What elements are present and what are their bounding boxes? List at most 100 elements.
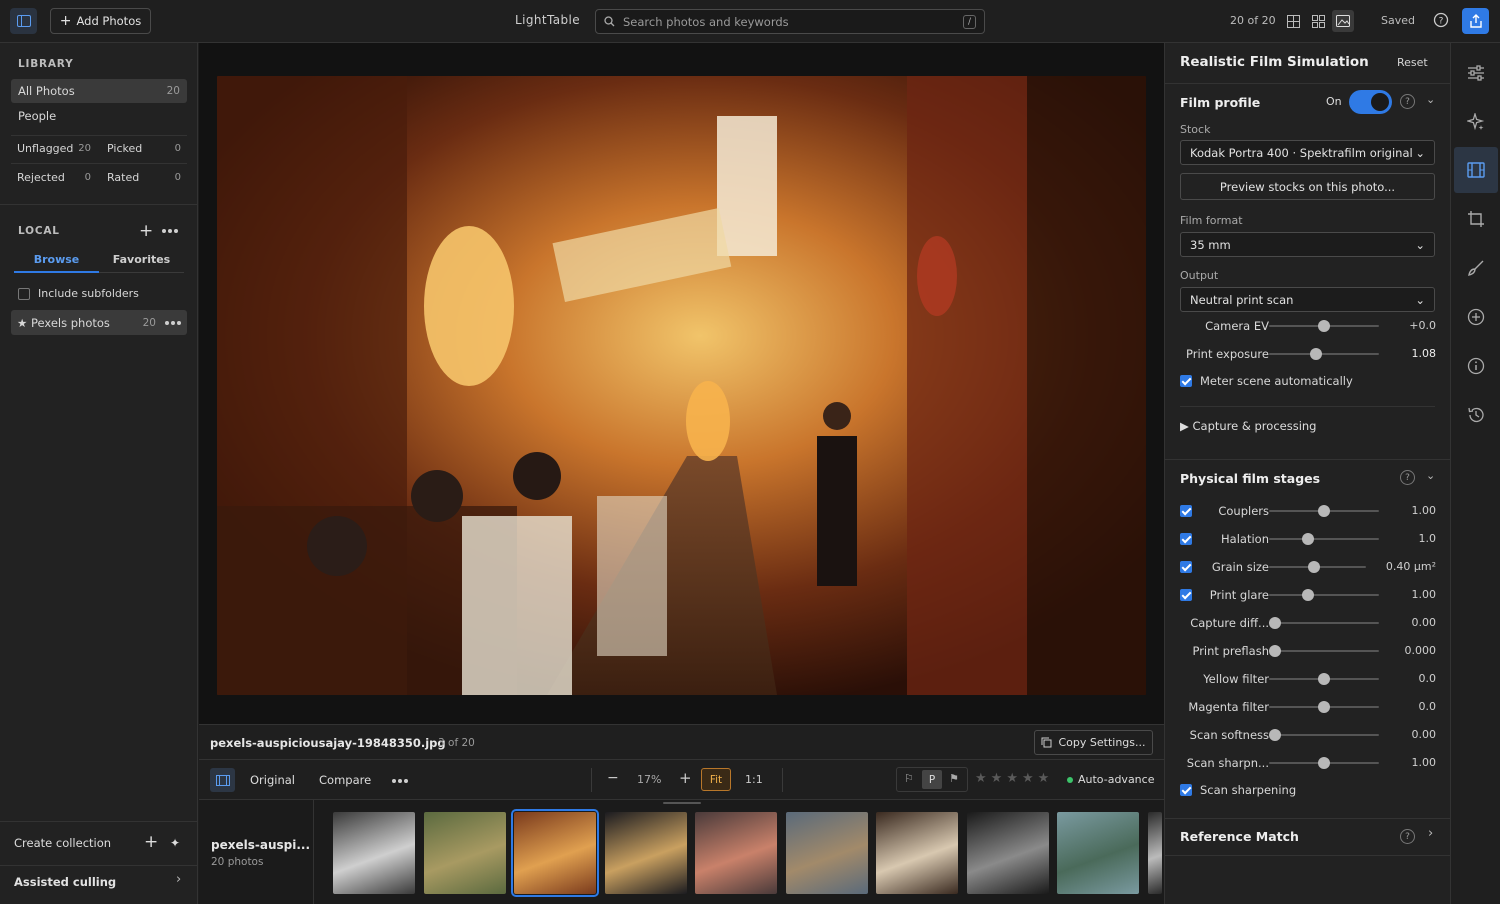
chevron-down-icon[interactable]: ⌄ xyxy=(1426,93,1435,106)
slider-print-glare[interactable]: Print glare 1.00 xyxy=(1180,585,1436,605)
reference-match-heading[interactable]: Reference Match xyxy=(1180,829,1299,844)
tab-favorites[interactable]: Favorites xyxy=(99,253,184,273)
meter-scene-toggle[interactable]: Meter scene automatically xyxy=(1180,374,1353,388)
slider-print-exposure[interactable]: Print exposure 1.08 xyxy=(1180,344,1436,364)
view-loupe-button[interactable] xyxy=(1332,10,1354,32)
slider-track[interactable] xyxy=(1268,729,1379,741)
chevron-right-icon[interactable]: › xyxy=(1428,826,1433,841)
stage-enable-checkbox[interactable] xyxy=(1180,561,1192,573)
assisted-culling-label[interactable]: Assisted culling xyxy=(14,875,116,889)
slider-knob[interactable] xyxy=(1318,701,1330,713)
slider-track[interactable] xyxy=(1269,561,1366,573)
folder-more-button[interactable] xyxy=(165,320,181,325)
slider-knob[interactable] xyxy=(1318,320,1330,332)
film-tool-button[interactable] xyxy=(1454,147,1498,193)
slider-knob[interactable] xyxy=(1318,757,1330,769)
slider-track[interactable] xyxy=(1268,617,1379,629)
fit-button[interactable]: Fit xyxy=(701,768,731,791)
preview-stocks-button[interactable]: Preview stocks on this photo... xyxy=(1180,173,1435,200)
add-folder-button[interactable]: + xyxy=(139,221,153,241)
meter-scene-checkbox[interactable] xyxy=(1180,375,1192,387)
filmstrip-thumbnail[interactable] xyxy=(695,812,777,894)
create-collection-button[interactable]: + xyxy=(144,832,158,852)
search-box[interactable]: / xyxy=(595,9,985,34)
slider-magenta-filter[interactable]: Magenta filter 0.0 xyxy=(1180,697,1436,717)
slider-track[interactable] xyxy=(1269,348,1379,360)
filmstrip-thumbnail[interactable] xyxy=(966,812,1049,894)
filmstrip-thumbnail[interactable] xyxy=(604,812,687,894)
slider-knob[interactable] xyxy=(1268,617,1281,629)
brush-tool-button[interactable] xyxy=(1454,245,1498,291)
slider-knob[interactable] xyxy=(1318,673,1330,685)
star-icon[interactable]: ★ xyxy=(1038,771,1050,786)
filter-rejected[interactable]: Rejected 0 xyxy=(11,165,97,189)
stage-enable-checkbox[interactable] xyxy=(1180,533,1192,545)
help-icon[interactable]: ? xyxy=(1400,829,1415,844)
slider-knob[interactable] xyxy=(1301,589,1314,601)
slider-knob[interactable] xyxy=(1301,533,1314,545)
slider-camera-ev[interactable]: Camera EV +0.0 xyxy=(1180,316,1436,336)
original-button[interactable]: Original xyxy=(250,773,295,787)
stage-enable-checkbox[interactable] xyxy=(1180,505,1192,517)
search-input[interactable] xyxy=(623,14,955,29)
compare-button[interactable]: Compare xyxy=(319,773,371,787)
slider-halation[interactable]: Halation 1.0 xyxy=(1180,529,1436,549)
filmstrip-thumbnail[interactable] xyxy=(1057,812,1139,894)
film-profile-toggle[interactable] xyxy=(1349,90,1392,114)
slider-knob[interactable] xyxy=(1307,561,1320,573)
output-select[interactable]: Neutral print scan ⌄ xyxy=(1180,287,1435,312)
ai-tool-button[interactable] xyxy=(1454,99,1498,145)
slider-capture-diff[interactable]: Capture diff... 0.00 xyxy=(1180,613,1436,633)
adjust-tool-button[interactable] xyxy=(1454,50,1498,96)
reject-flag-button[interactable]: ⚐ xyxy=(904,772,914,785)
star-icon[interactable]: ★ xyxy=(1022,771,1034,786)
slider-yellow-filter[interactable]: Yellow filter 0.0 xyxy=(1180,669,1436,689)
reset-button[interactable]: Reset xyxy=(1397,56,1428,69)
view-compact-grid-button[interactable] xyxy=(1282,10,1304,32)
auto-advance-toggle[interactable]: Auto-advance xyxy=(1078,773,1154,786)
pick-flag-button[interactable]: P xyxy=(922,770,942,789)
copy-settings-button[interactable]: Copy Settings... xyxy=(1034,730,1153,755)
stage-enable-checkbox[interactable] xyxy=(1180,589,1192,601)
viewer-more-button[interactable] xyxy=(392,779,408,783)
slider-print-preflash[interactable]: Print preflash 0.000 xyxy=(1180,641,1436,661)
library-item-people[interactable]: People xyxy=(11,104,187,128)
star-icon[interactable]: ★ xyxy=(991,771,1003,786)
help-icon[interactable]: ? xyxy=(1400,94,1415,109)
film-format-select[interactable]: 35 mm ⌄ xyxy=(1180,232,1435,257)
heal-tool-button[interactable] xyxy=(1454,294,1498,340)
help-button[interactable]: ? xyxy=(1433,12,1449,31)
zoom-out-button[interactable]: − xyxy=(607,770,619,786)
filmstrip-thumbnail[interactable] xyxy=(511,809,599,897)
slider-knob[interactable] xyxy=(1318,505,1330,517)
slider-track[interactable] xyxy=(1269,673,1379,685)
slider-knob[interactable] xyxy=(1310,348,1323,360)
help-icon[interactable]: ? xyxy=(1400,470,1415,485)
filter-picked[interactable]: Picked 0 xyxy=(101,136,187,160)
slider-track[interactable] xyxy=(1269,533,1379,545)
tab-browse[interactable]: Browse xyxy=(14,253,99,273)
slider-couplers[interactable]: Couplers 1.00 xyxy=(1180,501,1436,521)
chevron-right-icon[interactable]: › xyxy=(176,872,181,887)
smart-collection-button[interactable]: ✦ xyxy=(170,836,180,850)
slider-scan-sharpn[interactable]: Scan sharpn... 1.00 xyxy=(1180,753,1436,773)
filter-rated[interactable]: Rated 0 xyxy=(101,165,187,189)
pick-flag-icon-button[interactable]: ⚑ xyxy=(949,772,959,785)
filmstrip-thumbnail[interactable] xyxy=(333,812,415,894)
add-photos-button[interactable]: + Add Photos xyxy=(50,8,151,34)
scan-sharpening-checkbox[interactable] xyxy=(1180,784,1192,796)
filmstrip-toggle-button[interactable] xyxy=(210,768,235,792)
slider-track[interactable] xyxy=(1268,645,1379,657)
local-more-button[interactable] xyxy=(162,229,178,233)
filmstrip-thumbnail[interactable] xyxy=(785,812,868,894)
slider-track[interactable] xyxy=(1269,320,1379,332)
slider-grain-size[interactable]: Grain size 0.40 µm² xyxy=(1180,557,1436,577)
include-subfolders-checkbox[interactable] xyxy=(18,287,30,300)
filmstrip-thumbnail[interactable] xyxy=(876,812,958,894)
slider-track[interactable] xyxy=(1269,701,1379,713)
star-icon[interactable]: ★ xyxy=(975,771,987,786)
star-icon[interactable]: ★ xyxy=(1006,771,1018,786)
toggle-sidebar-button[interactable] xyxy=(10,8,37,34)
filmstrip-resize-handle[interactable] xyxy=(663,802,701,804)
star-rating[interactable]: ★ ★ ★ ★ ★ xyxy=(975,771,1049,786)
